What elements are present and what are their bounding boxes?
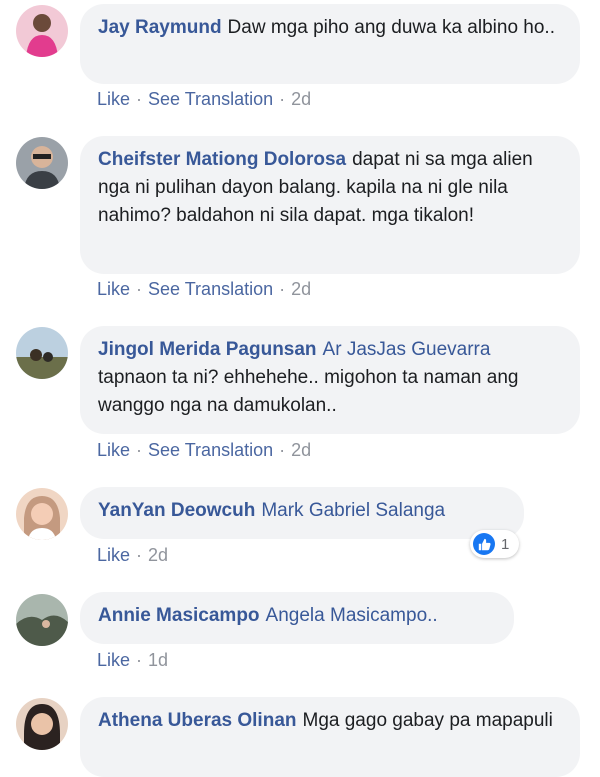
- separator: ·: [136, 545, 143, 565]
- avatar[interactable]: [16, 327, 68, 379]
- comment-actions: Like · 1d: [97, 650, 168, 671]
- comment-author[interactable]: Jingol Merida Pagunsan: [98, 339, 317, 360]
- comment-author[interactable]: YanYan Deowcuh: [98, 500, 255, 521]
- comment-bubble: YanYan Deowcuh Mark Gabriel Salanga: [80, 487, 524, 539]
- comment-time[interactable]: 2d: [291, 440, 311, 460]
- comment-author[interactable]: Jay Raymund: [98, 17, 222, 38]
- comment-text: tapnaon ta ni? ehhehehe.. migohon ta nam…: [98, 367, 519, 416]
- avatar[interactable]: [16, 5, 68, 57]
- comment-bubble: Athena Uberas Olinan Mga gago gabay pa ma…: [80, 697, 580, 777]
- like-link[interactable]: Like: [97, 440, 130, 460]
- mention-link[interactable]: Mark Gabriel Salanga: [261, 500, 445, 521]
- like-link[interactable]: Like: [97, 279, 130, 299]
- comment-author[interactable]: Annie Masicampo: [98, 605, 260, 626]
- reaction-count-number: 1: [501, 535, 510, 553]
- see-translation-link[interactable]: See Translation: [148, 279, 273, 299]
- like-link[interactable]: Like: [97, 89, 130, 109]
- mention-link[interactable]: Angela Masicampo..: [266, 605, 438, 626]
- comment-time[interactable]: 2d: [291, 279, 311, 299]
- comment-actions: Like · See Translation · 2d: [97, 279, 311, 300]
- comment-bubble: Cheifster Mationg Dolorosa dapat ni sa mg…: [80, 136, 580, 274]
- comment-bubble: Jay Raymund Daw mga piho ang duwa ka albi…: [80, 4, 580, 84]
- comment-author[interactable]: Cheifster Mationg Dolorosa: [98, 149, 346, 170]
- comment-text: Daw mga piho ang duwa ka albino ho..: [227, 17, 555, 38]
- like-link[interactable]: Like: [97, 650, 130, 670]
- avatar[interactable]: [16, 594, 68, 646]
- see-translation-link[interactable]: See Translation: [148, 440, 273, 460]
- separator: ·: [136, 279, 143, 299]
- avatar[interactable]: [16, 137, 68, 189]
- thumbs-up-icon: [473, 533, 495, 555]
- avatar[interactable]: [16, 698, 68, 750]
- comment-time[interactable]: 1d: [148, 650, 168, 670]
- separator: ·: [279, 440, 286, 460]
- separator: ·: [136, 650, 143, 670]
- comment-actions: Like · See Translation · 2d: [97, 89, 311, 110]
- like-link[interactable]: Like: [97, 545, 130, 565]
- comment-actions: Like · See Translation · 2d: [97, 440, 311, 461]
- see-translation-link[interactable]: See Translation: [148, 89, 273, 109]
- comment-author[interactable]: Athena Uberas Olinan: [98, 710, 297, 731]
- comment-time[interactable]: 2d: [291, 89, 311, 109]
- comment-bubble: Jingol Merida Pagunsan Ar JasJas Guevarra…: [80, 326, 580, 434]
- separator: ·: [136, 440, 143, 460]
- reaction-count[interactable]: 1: [470, 530, 520, 558]
- separator: ·: [279, 89, 286, 109]
- comment-actions: Like · 2d: [97, 545, 168, 566]
- separator: ·: [136, 89, 143, 109]
- mention-link[interactable]: Ar JasJas Guevarra: [323, 339, 491, 360]
- separator: ·: [279, 279, 286, 299]
- comment-text: Mga gago gabay pa mapapuli: [302, 710, 553, 731]
- comment-time[interactable]: 2d: [148, 545, 168, 565]
- avatar[interactable]: [16, 488, 68, 540]
- comment-bubble: Annie Masicampo Angela Masicampo..: [80, 592, 514, 644]
